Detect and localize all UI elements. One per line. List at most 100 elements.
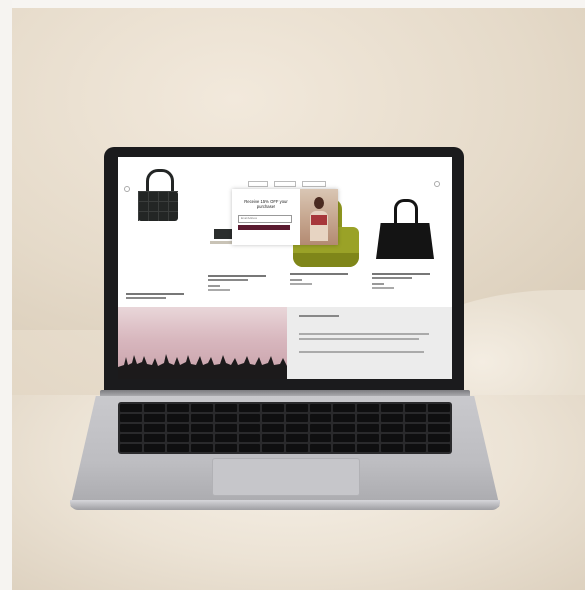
key	[214, 434, 237, 442]
key	[309, 414, 332, 422]
key	[404, 444, 427, 452]
product-name-line	[126, 297, 166, 299]
key	[120, 404, 142, 412]
key	[262, 444, 284, 452]
key	[357, 434, 379, 442]
key	[428, 414, 450, 422]
key	[238, 434, 261, 442]
popup-heading: Receive 15% OFF your purchase!	[244, 199, 288, 209]
key	[167, 424, 190, 432]
key	[285, 414, 308, 422]
image-left-edge	[0, 0, 12, 590]
product-status-line	[208, 289, 230, 291]
key	[120, 434, 142, 442]
about-text-line	[299, 333, 429, 335]
product-card	[368, 193, 442, 303]
key	[143, 444, 166, 452]
menu-icon	[124, 186, 130, 192]
about-text-line	[299, 338, 419, 340]
key	[404, 404, 427, 412]
product-name-line	[208, 279, 248, 281]
key	[333, 414, 356, 422]
popup-photo-model	[314, 197, 324, 209]
key	[380, 444, 403, 452]
nav-item	[274, 181, 296, 187]
key	[285, 444, 308, 452]
key	[309, 404, 332, 412]
key	[309, 424, 332, 432]
key	[120, 414, 142, 422]
nav-item	[248, 181, 268, 187]
key	[191, 424, 213, 432]
product-price-line	[372, 283, 384, 285]
key	[167, 444, 190, 452]
laptop-front-edge	[70, 500, 500, 510]
key	[380, 434, 403, 442]
key	[262, 404, 284, 412]
key	[285, 434, 308, 442]
key	[380, 404, 403, 412]
key	[428, 434, 450, 442]
popup-form: Receive 15% OFF your purchase! Email Add…	[232, 189, 300, 245]
about-section	[287, 307, 452, 379]
key	[214, 424, 237, 432]
key	[262, 414, 284, 422]
key	[167, 414, 190, 422]
key	[143, 404, 166, 412]
key	[428, 424, 450, 432]
key	[357, 404, 379, 412]
product-name-line	[290, 273, 348, 275]
laptop-trackpad	[212, 458, 360, 496]
key	[262, 434, 284, 442]
key	[214, 414, 237, 422]
key	[404, 414, 427, 422]
key	[191, 404, 213, 412]
key	[333, 404, 356, 412]
product-name-line	[372, 277, 412, 279]
key	[404, 434, 427, 442]
product-status-line	[372, 287, 394, 289]
submit-button[interactable]	[238, 225, 290, 230]
product-name-line	[208, 275, 266, 277]
key	[143, 434, 166, 442]
key	[380, 414, 403, 422]
key	[428, 444, 450, 452]
laptop-screen: Receive 15% OFF your purchase! Email Add…	[118, 157, 452, 379]
about-heading	[299, 315, 339, 317]
keyboard-keys	[120, 404, 450, 452]
key	[120, 424, 142, 432]
email-placeholder: Email Address	[241, 217, 257, 220]
product-price-line	[208, 285, 220, 287]
key	[238, 404, 261, 412]
key	[143, 414, 166, 422]
nav-item	[302, 181, 326, 187]
key	[380, 424, 403, 432]
image-top-edge	[0, 0, 585, 8]
popup-photo-model-top	[311, 215, 327, 225]
key	[333, 434, 356, 442]
key	[191, 444, 213, 452]
email-field[interactable]: Email Address	[238, 215, 292, 223]
key	[143, 424, 166, 432]
product-name-line	[126, 293, 184, 295]
key	[309, 434, 332, 442]
key	[357, 444, 379, 452]
key	[357, 424, 379, 432]
key	[214, 444, 237, 452]
about-text-line	[299, 351, 424, 353]
key	[167, 404, 190, 412]
key	[214, 404, 237, 412]
key	[238, 444, 261, 452]
key	[262, 424, 284, 432]
store-nav	[248, 181, 326, 187]
product-price-line	[290, 279, 302, 281]
key	[333, 424, 356, 432]
key	[167, 434, 190, 442]
key	[191, 434, 213, 442]
key	[404, 424, 427, 432]
crowd-silhouette	[118, 354, 287, 379]
product-status-line	[290, 283, 312, 285]
key	[333, 444, 356, 452]
key	[238, 424, 261, 432]
key	[191, 414, 213, 422]
